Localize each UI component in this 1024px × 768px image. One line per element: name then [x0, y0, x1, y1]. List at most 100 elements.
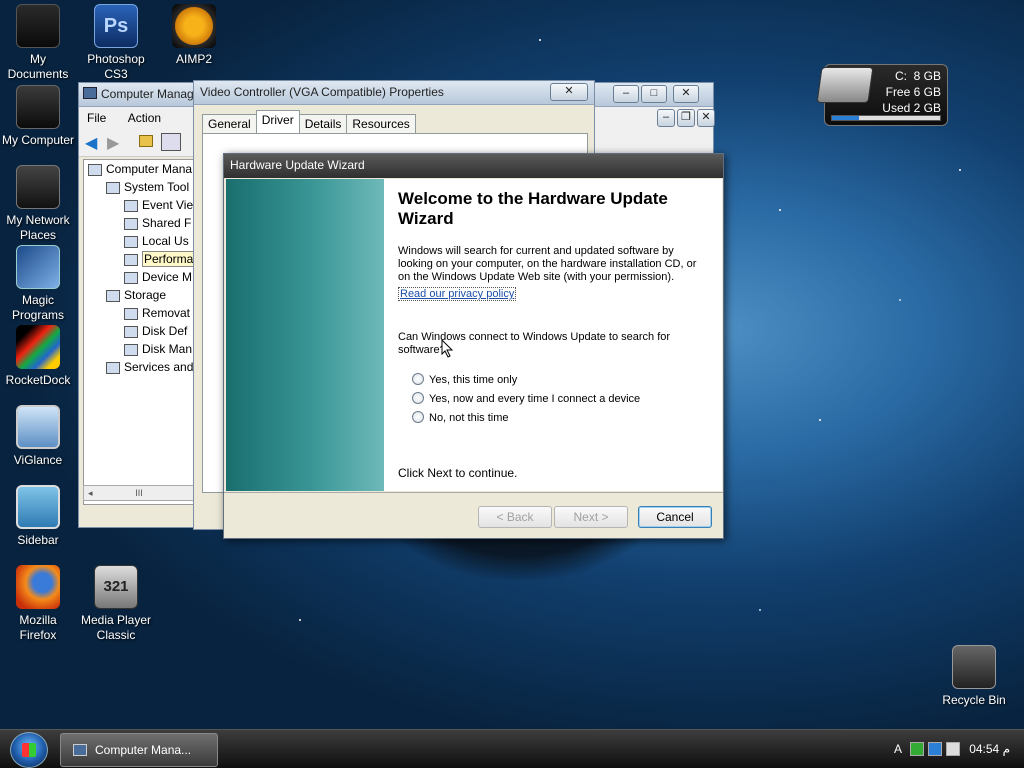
- option-yes-every-time[interactable]: Yes, now and every time I connect a devi…: [412, 390, 708, 409]
- forward-arrow-icon[interactable]: ▶: [107, 133, 119, 153]
- tree-node-icon: [124, 343, 138, 356]
- close-button[interactable]: ✕: [673, 85, 699, 103]
- menu-action[interactable]: Action: [128, 111, 161, 125]
- desktop-icon-label: My Documents: [7, 52, 69, 81]
- desktop-icon-label: Sidebar: [17, 533, 59, 547]
- tree-item[interactable]: Disk Man: [84, 340, 194, 358]
- desktop-icon-recycle-bin[interactable]: Recycle Bin: [934, 645, 1014, 708]
- option-label: Yes, now and every time I connect a devi…: [429, 393, 641, 405]
- desktop-icon-media-player-classic[interactable]: 321 Media Player Classic: [76, 565, 156, 643]
- radio-button[interactable]: [412, 392, 424, 405]
- back-arrow-icon[interactable]: ◀: [85, 133, 97, 153]
- tab-details[interactable]: Details: [298, 114, 348, 134]
- tree-node-icon: [106, 289, 120, 302]
- my-documents-icon: [16, 4, 60, 48]
- desktop-icon-sidebar[interactable]: Sidebar: [0, 485, 78, 548]
- desktop-icon-photoshop[interactable]: Ps Photoshop CS3: [76, 4, 156, 82]
- desktop-icon-label: Media Player Classic: [80, 613, 152, 642]
- tab-resources[interactable]: Resources: [346, 114, 416, 134]
- hardware-update-wizard[interactable]: Hardware Update Wizard Welcome to the Ha…: [223, 153, 724, 539]
- desktop-icon-network-places[interactable]: My Network Places: [0, 165, 78, 243]
- tree-node-icon: [124, 325, 138, 338]
- up-folder-icon[interactable]: [139, 135, 153, 147]
- next-button[interactable]: Next >: [554, 506, 628, 528]
- minimize-button[interactable]: –: [613, 85, 639, 103]
- tree-item[interactable]: Event Vie: [84, 196, 194, 214]
- rocketdock-icon: [16, 325, 60, 369]
- desktop-icon-label: Photoshop CS3: [87, 52, 145, 81]
- properties-tabs: General Driver Details Resources: [202, 110, 416, 134]
- desktop-icon-viglance[interactable]: ViGlance: [0, 405, 78, 468]
- network-tray-icon[interactable]: [910, 742, 924, 756]
- tree-item[interactable]: Storage: [84, 286, 194, 304]
- desktop-icon-label: Mozilla Firefox: [19, 613, 57, 642]
- radio-button[interactable]: [412, 373, 424, 386]
- windows-logo-icon: [22, 743, 36, 757]
- tree-item[interactable]: Disk Def: [84, 322, 194, 340]
- option-no-not-this-time[interactable]: No, not this time: [412, 409, 708, 428]
- desktop-icon-aimp2[interactable]: AIMP2: [154, 4, 234, 67]
- desktop-icon-my-documents[interactable]: My Documents: [0, 4, 78, 82]
- desktop-icon-label: Magic Programs: [11, 293, 64, 322]
- clock[interactable]: 04:54 م: [969, 730, 1010, 768]
- tree-item[interactable]: Computer Mana: [84, 160, 194, 178]
- tree-item-label: Removat: [142, 306, 191, 320]
- wizard-titlebar[interactable]: Hardware Update Wizard: [224, 154, 723, 178]
- desktop-icon-label: My Computer: [1, 133, 75, 147]
- tree-item[interactable]: Shared F: [84, 214, 194, 232]
- properties-titlebar[interactable]: Video Controller (VGA Compatible) Proper…: [194, 81, 594, 105]
- drive-space-gadget[interactable]: C: 8 GB Free 6 GB Used 2 GB: [816, 64, 948, 126]
- tree-item[interactable]: Local Us: [84, 232, 194, 250]
- option-yes-this-time[interactable]: Yes, this time only: [412, 371, 708, 390]
- mouse-cursor-icon: [441, 339, 454, 358]
- window-title: Computer Manag: [101, 87, 194, 101]
- tree-node-icon: [124, 253, 138, 266]
- console-tree[interactable]: Computer Mana System Tool Event Vie Shared …: [83, 159, 195, 505]
- radio-button[interactable]: [412, 411, 424, 424]
- desktop-icon-my-computer[interactable]: My Computer: [0, 85, 78, 148]
- inner-close-button[interactable]: ✕: [697, 109, 715, 127]
- close-button[interactable]: ✕: [550, 83, 588, 101]
- desktop-icon-rocketdock[interactable]: RocketDock: [0, 325, 78, 388]
- wizard-footer-text: Click Next to continue.: [398, 466, 518, 480]
- start-button[interactable]: [10, 732, 48, 768]
- tree-item[interactable]: Performa: [84, 250, 194, 268]
- desktop-icon-firefox[interactable]: Mozilla Firefox: [0, 565, 78, 643]
- tab-general[interactable]: General: [202, 114, 257, 134]
- tree-item-label: Event Vie: [142, 198, 194, 212]
- inner-minimize-button[interactable]: –: [657, 109, 675, 127]
- tree-item[interactable]: Removat: [84, 304, 194, 322]
- hard-drive-icon: [816, 67, 874, 103]
- tray-language-indicator[interactable]: A: [894, 730, 902, 768]
- inner-restore-button[interactable]: ❐: [677, 109, 695, 127]
- desktop-icon-magic-programs[interactable]: Magic Programs: [0, 245, 78, 323]
- privacy-policy-link[interactable]: Read our privacy policy: [398, 287, 517, 301]
- menu-file[interactable]: File: [87, 111, 106, 125]
- taskbar-button-computer-management[interactable]: Computer Mana...: [60, 733, 218, 767]
- scroll-thumb[interactable]: III: [135, 488, 143, 498]
- option-label: No, not this time: [429, 412, 509, 424]
- security-tray-icon[interactable]: [928, 742, 942, 756]
- drive-usage-fill: [832, 116, 859, 120]
- back-button[interactable]: < Back: [478, 506, 552, 528]
- desktop-icon-label: ViGlance: [13, 453, 63, 467]
- tree-item[interactable]: Services and: [84, 358, 194, 376]
- computer-management-icon: [73, 744, 87, 756]
- sidebar-icon: [16, 485, 60, 529]
- tab-driver[interactable]: Driver: [255, 110, 300, 133]
- tree-node-icon: [124, 235, 138, 248]
- firefox-icon: [16, 565, 60, 609]
- tree-horizontal-scrollbar[interactable]: ◂ III: [83, 485, 195, 501]
- cancel-button[interactable]: Cancel: [638, 506, 712, 528]
- tree-item-label: Device M: [142, 270, 193, 284]
- tree-item[interactable]: Device M: [84, 268, 194, 286]
- safely-remove-tray-icon[interactable]: [946, 742, 960, 756]
- tree-item-label: Services and: [124, 360, 194, 374]
- maximize-button[interactable]: □: [641, 85, 667, 103]
- option-label: Yes, this time only: [429, 374, 518, 386]
- wizard-heading: Welcome to the Hardware Update Wizard: [398, 189, 668, 228]
- aimp2-icon: [172, 4, 216, 48]
- tree-item[interactable]: System Tool: [84, 178, 194, 196]
- scroll-left-arrow-icon[interactable]: ◂: [88, 486, 93, 500]
- show-hide-tree-icon[interactable]: [161, 133, 181, 151]
